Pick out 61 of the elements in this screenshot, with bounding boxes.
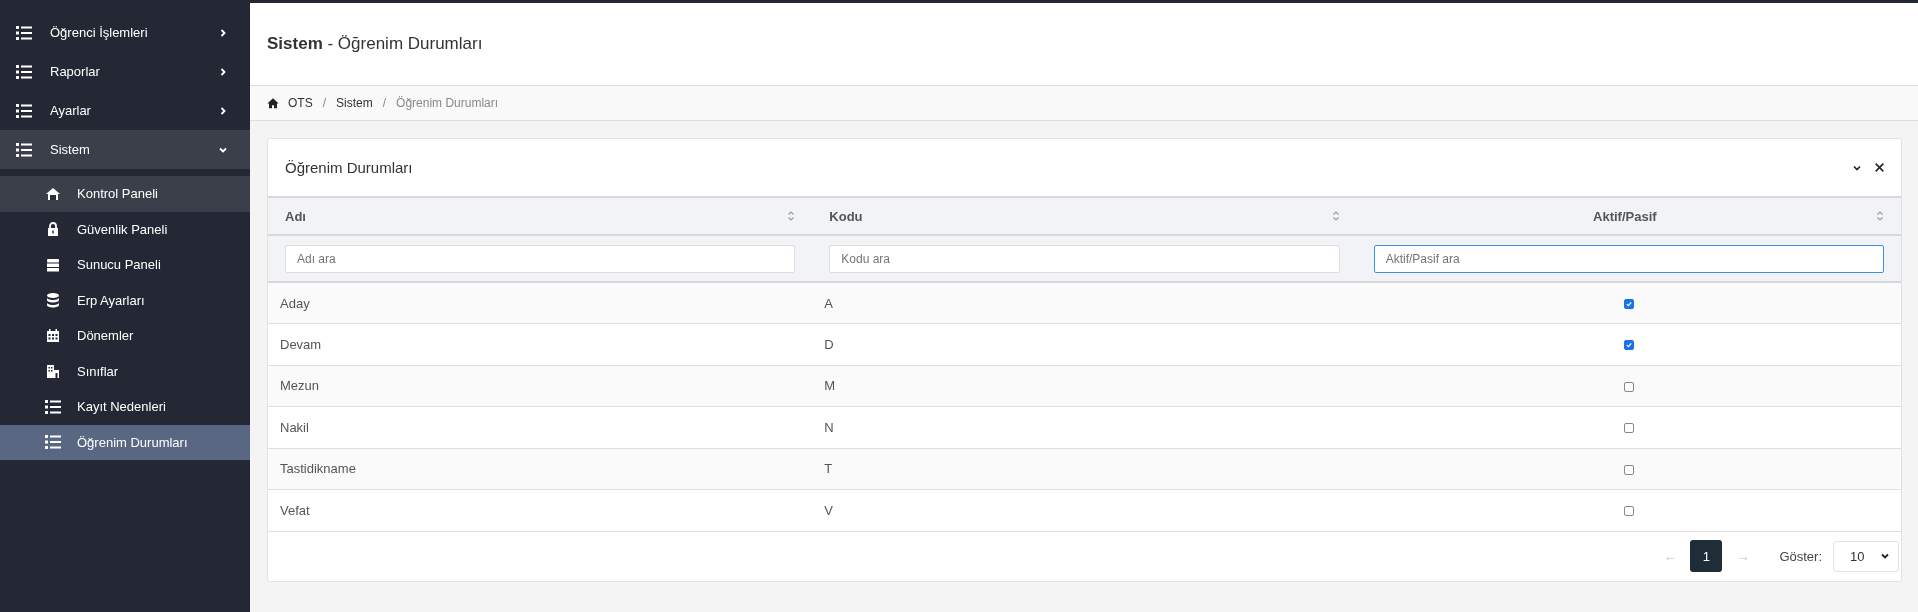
breadcrumb-separator: / xyxy=(382,96,387,110)
close-icon[interactable] xyxy=(1874,162,1885,173)
table-cell: Mezun xyxy=(268,365,813,407)
breadcrumb-link[interactable]: Sistem xyxy=(336,96,373,110)
submenu-item[interactable]: Sınıflar xyxy=(0,353,250,389)
list-icon xyxy=(16,102,32,119)
list-icon xyxy=(16,141,32,158)
page-size-select[interactable]: 10 xyxy=(1833,540,1899,572)
menu-item[interactable]: Sistem xyxy=(0,130,250,169)
sort-icon[interactable] xyxy=(1876,210,1884,222)
table-cell: Vefat xyxy=(268,489,813,531)
chevron-right-icon xyxy=(218,66,228,77)
table-cell: D xyxy=(812,323,1357,365)
breadcrumb-separator: / xyxy=(322,96,326,110)
submenu-item[interactable]: Erp Ayarları xyxy=(0,282,250,318)
table-cell: V xyxy=(812,489,1357,531)
chevron-right-icon xyxy=(218,27,228,38)
lock-icon xyxy=(45,221,61,238)
checkbox[interactable] xyxy=(1623,423,1634,434)
page-button[interactable]: 1 xyxy=(1690,540,1723,572)
menu-item[interactable]: Ayarlar xyxy=(0,91,250,130)
table-cell: A xyxy=(812,282,1357,324)
sort-icon[interactable] xyxy=(1331,210,1340,222)
breadcrumb-link[interactable]: OTS xyxy=(288,96,313,110)
page-title: Sistem - Öğrenim Durumları xyxy=(267,34,483,54)
table-cell: T xyxy=(812,448,1357,490)
submenu-item[interactable]: Kontrol Paneli xyxy=(0,176,250,212)
calendar-icon xyxy=(45,327,61,344)
table-cell: Devam xyxy=(268,323,813,365)
chevron-right-icon xyxy=(218,105,228,116)
sort-icon[interactable] xyxy=(787,210,796,222)
chevron-down-icon xyxy=(1880,551,1890,561)
table-cell: Nakil xyxy=(268,406,813,448)
submenu-item[interactable]: Sunucu Paneli xyxy=(0,247,250,283)
building-icon xyxy=(45,363,61,380)
page-size-label: Göster: xyxy=(1779,548,1822,564)
house-icon xyxy=(45,185,61,202)
list-icon xyxy=(45,434,61,451)
submenu-item[interactable]: Öğrenim Durumları xyxy=(0,424,250,460)
menu-item[interactable]: Raporlar xyxy=(0,52,250,91)
table-cell: N xyxy=(812,406,1357,448)
list-icon xyxy=(45,398,61,415)
table-cell: Tastidikname xyxy=(268,448,813,490)
checkbox[interactable] xyxy=(1623,299,1634,310)
submenu-item[interactable]: Güvenlik Paneli xyxy=(0,211,250,247)
table-cell: Aday xyxy=(268,282,813,324)
filter-field[interactable]: Aktif/Pasif ara xyxy=(1373,244,1884,273)
checkbox[interactable] xyxy=(1623,340,1634,351)
submenu-item[interactable]: Kayıt Nedenleri xyxy=(0,389,250,425)
checkbox[interactable] xyxy=(1623,506,1634,517)
list-icon xyxy=(16,24,32,41)
table-cell: M xyxy=(812,365,1357,407)
list-icon xyxy=(16,63,32,80)
database-icon xyxy=(45,292,61,309)
menu-item[interactable]: Öğrenci İşlemleri xyxy=(0,13,250,52)
submenu-item[interactable]: Dönemler xyxy=(0,318,250,354)
server-icon xyxy=(45,256,61,273)
home-icon xyxy=(267,97,279,109)
checkbox[interactable] xyxy=(1623,464,1634,475)
card-title: Öğrenim Durumları xyxy=(285,159,414,176)
checkbox[interactable] xyxy=(1623,381,1634,392)
